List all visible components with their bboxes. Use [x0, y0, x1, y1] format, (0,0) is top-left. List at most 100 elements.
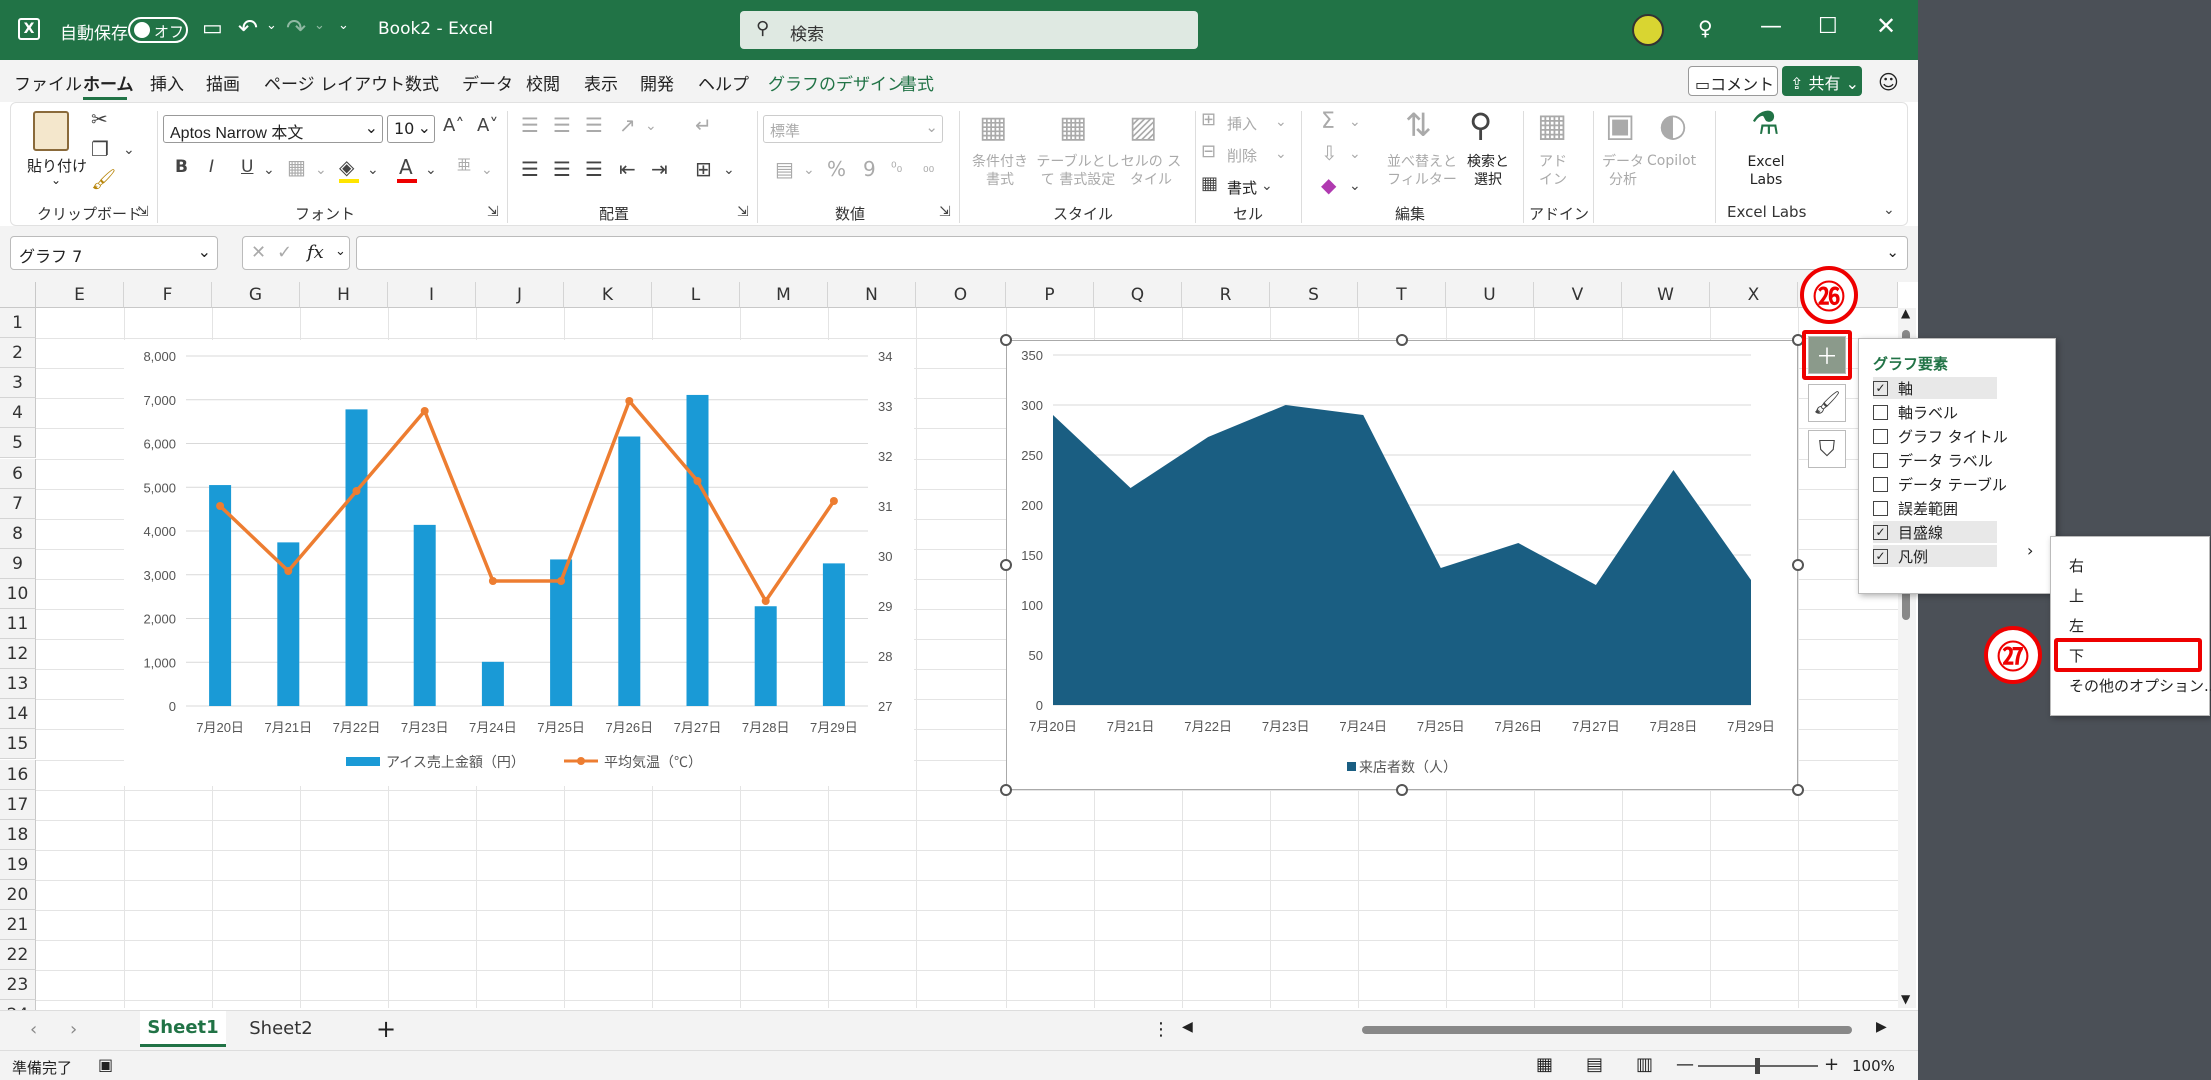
chart-filters-button[interactable]: ⛉: [1808, 430, 1846, 468]
select-all-corner[interactable]: [0, 282, 36, 308]
user-avatar[interactable]: [1632, 14, 1664, 46]
italic-button[interactable]: I: [209, 159, 214, 176]
font-color-icon[interactable]: A: [399, 157, 413, 177]
underline-button[interactable]: U: [241, 159, 253, 176]
column-header[interactable]: V: [1534, 282, 1622, 308]
column-header[interactable]: R: [1182, 282, 1270, 308]
conditional-formatting-icon[interactable]: ▦: [979, 113, 1007, 143]
zoom-out-icon[interactable]: —: [1676, 1054, 1694, 1075]
resize-handle-e[interactable]: [1792, 559, 1804, 571]
row-header[interactable]: 2: [0, 338, 36, 369]
excel-labs-button[interactable]: Excel Labs: [1735, 153, 1797, 189]
chart-element-item[interactable]: 軸ラベル: [1873, 401, 1958, 423]
align-bottom-icon[interactable]: ☰: [585, 115, 603, 135]
chart-element-item[interactable]: ✓ 凡例: [1873, 545, 1997, 567]
fill-color-dropdown-icon[interactable]: ⌄: [367, 163, 379, 177]
combo-chart[interactable]: 0 1,000 2,000 3,000 4,000 5,000 6,000 7,000 8,00…: [124, 340, 914, 786]
format-painter-icon[interactable]: 🖌: [91, 169, 116, 189]
tab-home[interactable]: ホーム: [83, 70, 134, 95]
checkbox[interactable]: [1873, 428, 1888, 444]
increase-decimal-icon[interactable]: ⁰₀: [891, 161, 902, 175]
format-dropdown-icon[interactable]: ⌄: [1261, 179, 1273, 193]
chevron-down-icon[interactable]: ⌄: [335, 244, 346, 259]
resize-handle-w[interactable]: [1000, 559, 1012, 571]
chart-element-item[interactable]: ✓ 目盛線: [1873, 521, 1997, 543]
orientation-icon[interactable]: ↗: [619, 115, 636, 135]
redo-icon[interactable]: ↷: [286, 14, 306, 42]
undo-dropdown-icon[interactable]: ⌄: [266, 18, 277, 33]
column-header[interactable]: Q: [1094, 282, 1182, 308]
merge-center-icon[interactable]: ⊞: [695, 159, 712, 179]
tab-chart-design[interactable]: グラフのデザイン: [768, 70, 904, 95]
copy-dropdown-icon[interactable]: ⌄: [123, 143, 135, 157]
row-header[interactable]: 21: [0, 910, 36, 940]
maximize-icon[interactable]: ☐: [1818, 14, 1838, 39]
font-color-dropdown-icon[interactable]: ⌄: [425, 163, 437, 177]
row-header[interactable]: 5: [0, 428, 36, 459]
insert-function-button[interactable]: fx: [307, 242, 324, 263]
column-header[interactable]: K: [564, 282, 652, 308]
resize-handle-nw[interactable]: [1000, 334, 1012, 346]
search-box[interactable]: ⚲ 検索: [740, 11, 1198, 49]
column-header[interactable]: O: [916, 282, 1006, 308]
comment-button[interactable]: ▭コメント: [1688, 66, 1778, 96]
paste-dropdown-icon[interactable]: ⌄: [51, 173, 61, 187]
chart-element-item[interactable]: データ ラベル: [1873, 449, 1993, 471]
resize-handle-s[interactable]: [1396, 784, 1408, 796]
insert-cells-icon[interactable]: ⊞: [1201, 111, 1216, 129]
scroll-left-icon[interactable]: ◀: [1182, 1019, 1193, 1035]
tab-insert[interactable]: 挿入: [150, 70, 184, 95]
zoom-in-icon[interactable]: +: [1824, 1054, 1839, 1075]
accounting-dropdown-icon[interactable]: ⌄: [803, 163, 815, 177]
row-header[interactable]: 10: [0, 578, 36, 609]
row-header[interactable]: 17: [0, 789, 36, 820]
horizontal-scrollbar[interactable]: ◀ ▶: [1178, 1019, 1892, 1041]
redo-dropdown-icon[interactable]: ⌄: [314, 18, 325, 33]
sort-filter-icon[interactable]: ⇅: [1405, 109, 1432, 141]
worksheet-grid[interactable]: EFGHIJKLMNOPQRSTUVWX 1 2 3 4 5 6 7 8 9 10 11 12 13 14…: [0, 282, 1918, 1032]
tab-page-layout[interactable]: ページ レイアウト: [264, 70, 405, 95]
clipboard-launcher-icon[interactable]: ⇲: [137, 205, 149, 219]
tab-view[interactable]: 表示: [584, 70, 618, 95]
find-select-icon[interactable]: ⚲: [1469, 109, 1492, 141]
prev-sheet-icon[interactable]: ‹: [30, 1019, 37, 1040]
legend-position-option[interactable]: 右: [2069, 555, 2084, 576]
column-header[interactable]: T: [1358, 282, 1446, 308]
share-button[interactable]: ⇪ 共有 ⌄: [1782, 66, 1862, 96]
clear-icon[interactable]: ◆: [1321, 175, 1336, 195]
addins-button[interactable]: アド イン: [1533, 153, 1573, 189]
column-header[interactable]: W: [1622, 282, 1710, 308]
row-header[interactable]: 1: [0, 308, 36, 338]
column-header[interactable]: G: [212, 282, 300, 308]
fill-dropdown-icon[interactable]: ⌄: [1349, 147, 1361, 161]
undo-icon[interactable]: ↶: [238, 14, 258, 42]
tab-help[interactable]: ヘルプ: [698, 70, 749, 95]
align-right-icon[interactable]: ☰: [585, 159, 603, 179]
copy-icon[interactable]: ❐: [91, 139, 109, 159]
percent-icon[interactable]: %: [827, 159, 846, 179]
enter-formula-icon[interactable]: ✓: [277, 242, 292, 263]
more-options-icon[interactable]: ⋮: [1152, 1019, 1170, 1040]
resize-handle-n[interactable]: [1396, 334, 1408, 346]
borders-dropdown-icon[interactable]: ⌄: [315, 163, 327, 177]
decrease-decimal-icon[interactable]: ₀₀: [923, 161, 934, 175]
excel-labs-icon[interactable]: ⚗: [1751, 107, 1780, 139]
tab-format[interactable]: 書式: [900, 70, 934, 95]
row-header[interactable]: 9: [0, 548, 36, 579]
name-box[interactable]: グラフ 7 ⌄: [10, 236, 218, 270]
autosave-toggle[interactable]: オフ: [128, 17, 188, 43]
phonetic-icon[interactable]: 亜: [457, 159, 471, 173]
cancel-formula-icon[interactable]: ✕: [251, 242, 266, 263]
page-break-view-icon[interactable]: ▥: [1636, 1054, 1653, 1075]
chart-element-item[interactable]: グラフ タイトル: [1873, 425, 2008, 447]
row-header[interactable]: 15: [0, 729, 36, 760]
row-header[interactable]: 14: [0, 699, 36, 730]
page-layout-view-icon[interactable]: ▤: [1586, 1054, 1603, 1075]
bold-button[interactable]: B: [175, 159, 188, 176]
font-name-select[interactable]: Aptos Narrow 本文 ⌄: [163, 115, 383, 143]
row-header[interactable]: 23: [0, 970, 36, 1001]
column-header[interactable]: F: [124, 282, 212, 308]
checkbox[interactable]: ✓: [1873, 380, 1888, 396]
tab-data[interactable]: データ: [462, 70, 513, 95]
borders-icon[interactable]: ▦: [287, 157, 306, 177]
